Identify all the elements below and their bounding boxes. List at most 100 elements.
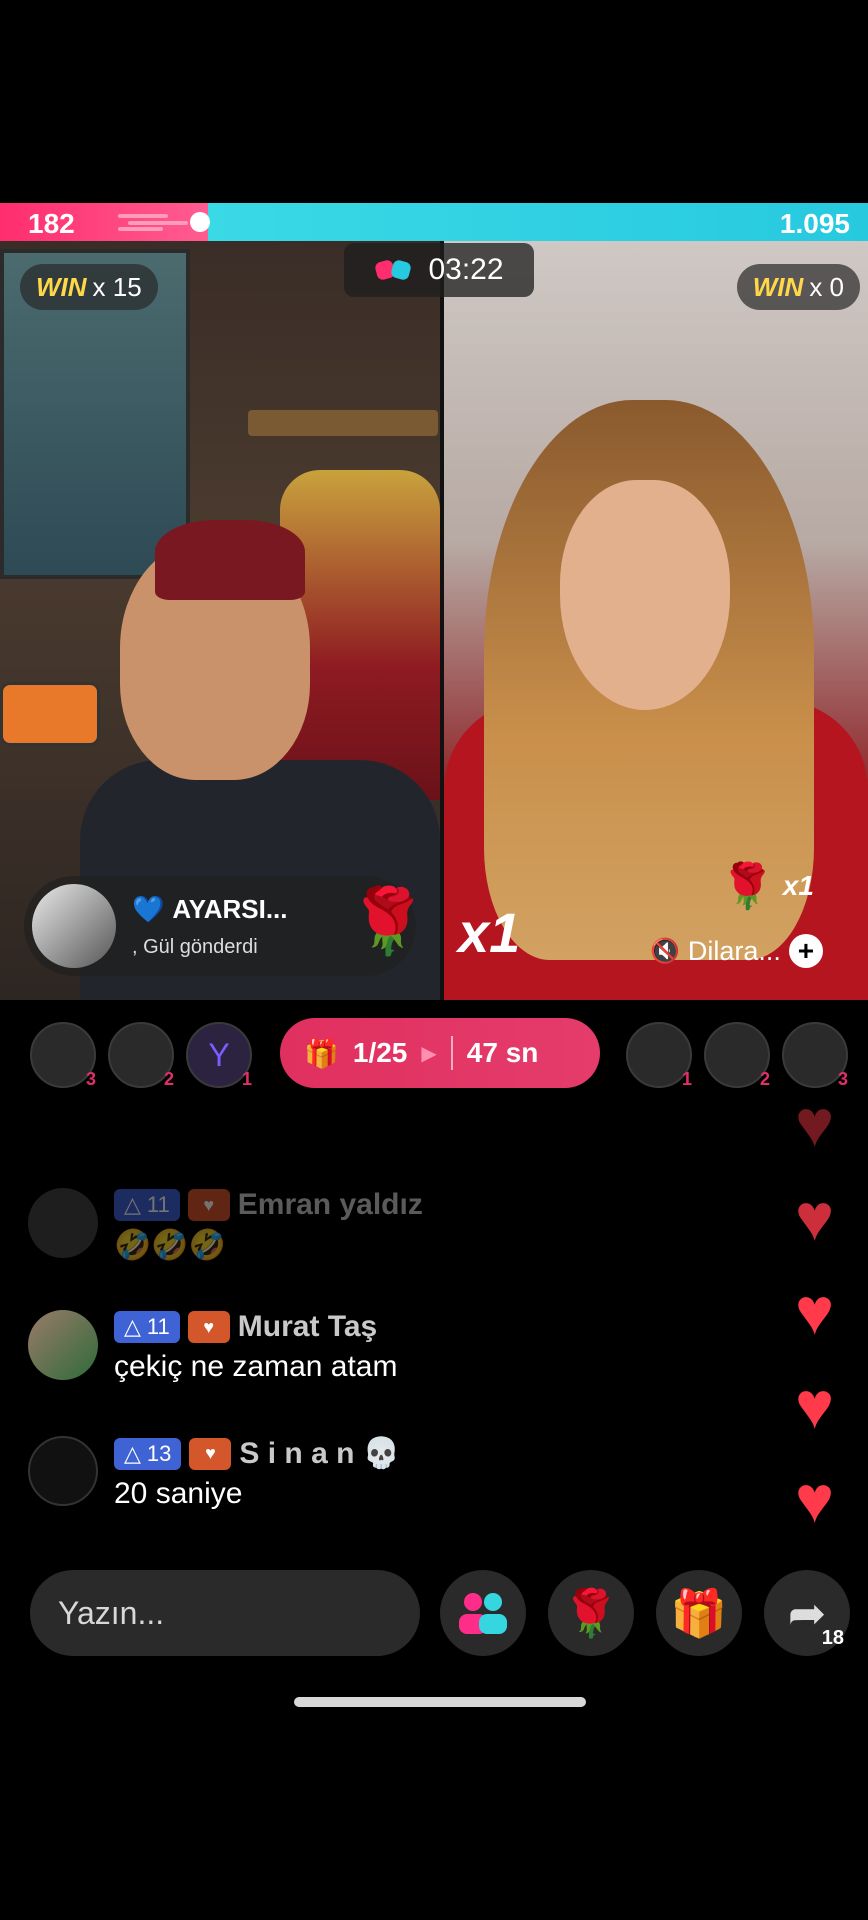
rose-gift-counter: 🌹 x1 bbox=[720, 860, 814, 912]
top-gifter-avatar[interactable]: 2 bbox=[108, 1022, 174, 1089]
right-score: 1.095 bbox=[779, 208, 850, 239]
comment-text: 20 saniye bbox=[114, 1477, 243, 1510]
comment-header: △ 13 ♥ S i n a n 💀 bbox=[114, 1436, 400, 1471]
level-badge: △ 11 bbox=[114, 1311, 180, 1343]
gift-icon: 🎁 bbox=[670, 1586, 728, 1639]
gift-round-pill[interactable]: 🎁 1/25 ▶ 47 sn bbox=[280, 1018, 600, 1088]
comment-body: △ 11 ♥ Murat Taş çekiç ne zaman atam bbox=[114, 1310, 397, 1384]
top-gifter-avatar[interactable]: 1 bbox=[626, 1022, 692, 1089]
gifter-rank: 3 bbox=[837, 1069, 848, 1089]
opponent-name: Dilara... bbox=[687, 935, 781, 966]
floating-hearts: ♥ ♥ ♥ ♥ ♥ bbox=[795, 1090, 834, 1532]
boxing-gloves-icon bbox=[375, 260, 412, 280]
shelf bbox=[248, 410, 438, 436]
level-number: 13 bbox=[146, 1440, 172, 1466]
rose-multiplier: x1 bbox=[782, 870, 814, 901]
fan-badge-icon: ♥ bbox=[187, 1311, 230, 1343]
heart-icon: ♥ bbox=[795, 1180, 835, 1254]
gift-sender-name: AYARSI... bbox=[172, 894, 288, 924]
avatar[interactable] bbox=[28, 1436, 98, 1506]
comment-username[interactable]: Emran yaldız bbox=[238, 1188, 423, 1222]
level-badge: △ 11 bbox=[114, 1189, 180, 1221]
top-gifter-avatar[interactable]: 3 bbox=[782, 1022, 848, 1089]
avatar[interactable] bbox=[28, 1310, 98, 1380]
gift-notification: 💙 AYARSI... , Gül gönderdi 🌹 bbox=[24, 876, 428, 976]
level-number: 11 bbox=[146, 1314, 170, 1339]
rose-gift-button[interactable]: 🌹 bbox=[548, 1570, 634, 1656]
avatar[interactable] bbox=[32, 884, 116, 968]
follow-button[interactable]: + bbox=[788, 934, 823, 968]
top-gifter-avatar[interactable]: 2 bbox=[704, 1022, 770, 1089]
comment-username[interactable]: S i n a n 💀 bbox=[239, 1436, 400, 1471]
left-score: 182 bbox=[28, 208, 75, 239]
comment-input[interactable]: Yazın... bbox=[30, 1570, 420, 1656]
gift-button[interactable]: 🎁 bbox=[656, 1570, 742, 1656]
gift-progress: 1/25 bbox=[352, 1037, 408, 1068]
top-gifter-avatar[interactable]: Y1 bbox=[186, 1022, 252, 1089]
timer-text: 03:22 bbox=[428, 253, 504, 286]
battle-score-bar: 182 1.095 bbox=[0, 203, 868, 241]
level-icon: △ bbox=[124, 1440, 141, 1466]
phone-case bbox=[0, 682, 100, 746]
win-label: WIN bbox=[36, 271, 87, 302]
panel-divider bbox=[440, 241, 444, 1000]
opponent-tag[interactable]: 🔇 Dilara... + bbox=[650, 934, 823, 968]
chat-comment[interactable]: △ 11 ♥ Murat Taş çekiç ne zaman atam bbox=[28, 1310, 397, 1384]
streak-icon bbox=[118, 212, 210, 232]
heart-icon: ♥ bbox=[795, 1274, 835, 1348]
heart-icon: ♥ bbox=[795, 1462, 835, 1536]
right-win-badge: WIN x 0 bbox=[736, 264, 860, 310]
win-count: x 15 bbox=[92, 271, 142, 302]
fan-badge-icon: ♥ bbox=[189, 1437, 232, 1470]
comment-username[interactable]: Murat Taş bbox=[238, 1310, 377, 1344]
gift-box-icon: 🎁 bbox=[304, 1037, 339, 1069]
comment-text: çekiç ne zaman atam bbox=[114, 1350, 398, 1383]
avatar-letter: Y bbox=[208, 1036, 230, 1073]
rose-icon: 🌹 bbox=[720, 862, 775, 911]
muted-speaker-icon: 🔇 bbox=[650, 937, 680, 965]
win-count: x 0 bbox=[809, 271, 844, 302]
level-badge: △ 13 bbox=[114, 1437, 182, 1470]
guests-button[interactable] bbox=[440, 1570, 526, 1656]
top-gifter-avatar[interactable]: 3 bbox=[30, 1022, 96, 1089]
rose-icon: 🌹 bbox=[348, 885, 428, 957]
blue-heart-icon: 💙 bbox=[132, 894, 165, 924]
opponent-face bbox=[560, 480, 730, 710]
gifter-rank: 2 bbox=[759, 1069, 770, 1089]
pill-divider bbox=[450, 1036, 453, 1070]
share-count: 18 bbox=[821, 1627, 844, 1649]
right-score-fill bbox=[208, 203, 868, 241]
gifter-rank: 1 bbox=[241, 1069, 252, 1089]
left-win-badge: WIN x 15 bbox=[20, 264, 158, 310]
level-number: 11 bbox=[146, 1192, 170, 1217]
gifter-rank: 2 bbox=[163, 1069, 174, 1089]
gift-message: , Gül gönderdi bbox=[132, 936, 258, 958]
rose-icon: 🌹 bbox=[562, 1586, 620, 1639]
level-icon: △ bbox=[124, 1314, 141, 1339]
gifter-rank: 1 bbox=[681, 1069, 692, 1089]
avatar[interactable] bbox=[28, 1188, 98, 1258]
multiplier-badge: x1 bbox=[458, 901, 521, 964]
share-button[interactable]: ➦ 18 bbox=[764, 1570, 850, 1656]
heart-icon: ♥ bbox=[795, 1086, 835, 1160]
heart-icon: ♥ bbox=[795, 1368, 835, 1442]
arrow-icon: ▶ bbox=[421, 1042, 437, 1065]
fan-badge-icon: ♥ bbox=[187, 1189, 230, 1221]
comment-text: 🤣🤣🤣 bbox=[114, 1229, 227, 1262]
multi-guest-icon bbox=[459, 1593, 507, 1634]
round-time-left: 47 sn bbox=[466, 1037, 539, 1068]
win-label: WIN bbox=[752, 271, 804, 302]
chat-comment[interactable]: △ 13 ♥ S i n a n 💀 20 saniye bbox=[28, 1436, 400, 1511]
gifter-rank: 3 bbox=[85, 1069, 96, 1089]
level-icon: △ bbox=[124, 1192, 141, 1217]
gift-sender: 💙 AYARSI... bbox=[132, 894, 288, 925]
share-arrow-icon: ➦ bbox=[787, 1587, 827, 1639]
comment-body: △ 13 ♥ S i n a n 💀 20 saniye bbox=[114, 1436, 400, 1511]
battle-timer: 03:22 bbox=[344, 243, 534, 297]
comment-header: △ 11 ♥ Emran yaldız bbox=[114, 1188, 423, 1222]
chat-comment[interactable]: △ 11 ♥ Emran yaldız 🤣🤣🤣 bbox=[28, 1188, 423, 1263]
home-indicator[interactable] bbox=[294, 1697, 586, 1707]
fez-hat bbox=[155, 520, 305, 600]
comment-header: △ 11 ♥ Murat Taş bbox=[114, 1310, 397, 1344]
comment-body: △ 11 ♥ Emran yaldız 🤣🤣🤣 bbox=[114, 1188, 423, 1263]
